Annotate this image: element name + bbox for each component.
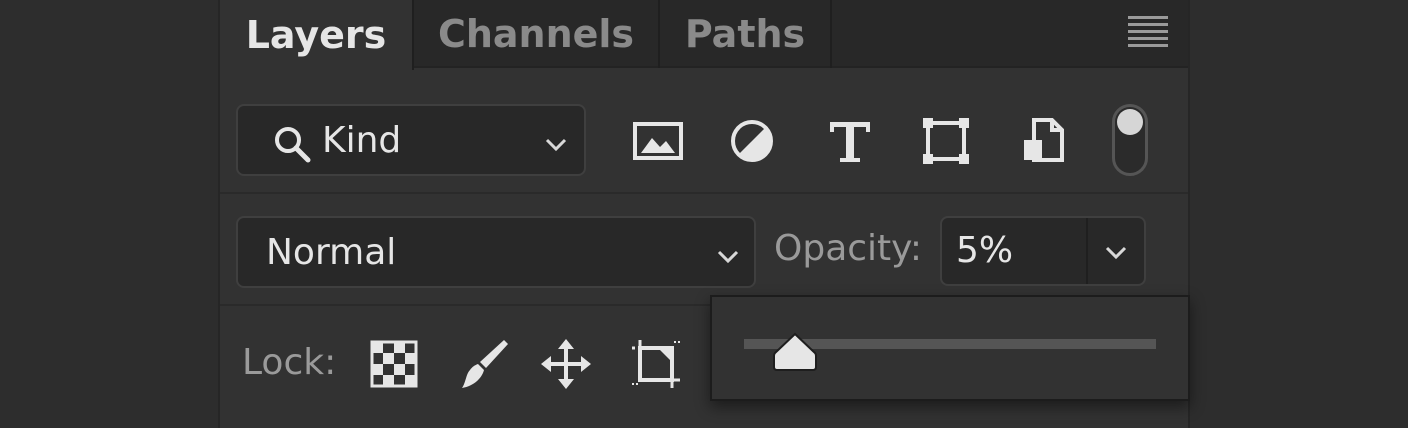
filter-kind-label: Kind	[322, 120, 402, 161]
tab-layers[interactable]: Layers	[220, 0, 414, 70]
filter-kind-select[interactable]: Kind	[236, 104, 586, 176]
chevron-down-icon	[717, 250, 739, 264]
lock-artboard-icon[interactable]	[630, 338, 682, 390]
chevron-down-icon	[545, 138, 567, 152]
blend-mode-select[interactable]: Normal	[236, 216, 756, 288]
opacity-value[interactable]: 5%	[956, 230, 1013, 271]
lock-label: Lock:	[242, 342, 337, 383]
opacity-label: Opacity:	[774, 228, 922, 269]
lock-image-pixels-icon[interactable]	[458, 338, 510, 390]
chevron-down-icon	[1105, 246, 1127, 260]
blend-mode-value: Normal	[266, 232, 397, 273]
hamburger-menu-icon[interactable]	[1128, 16, 1168, 48]
tab-channels[interactable]: Channels	[414, 0, 660, 68]
divider	[220, 192, 1188, 194]
opacity-slider-thumb[interactable]	[772, 331, 818, 373]
opacity-dropdown-button[interactable]	[1088, 218, 1144, 284]
shape-filter-icon[interactable]	[920, 116, 972, 166]
image-filter-icon[interactable]	[632, 116, 684, 166]
opacity-slider-popup	[710, 295, 1190, 401]
opacity-field[interactable]: 5%	[940, 216, 1146, 286]
search-icon	[275, 127, 311, 163]
filter-toggle-switch[interactable]	[1112, 104, 1148, 176]
toggle-knob	[1117, 109, 1143, 135]
adjustment-filter-icon[interactable]	[726, 116, 778, 166]
lock-transparent-pixels-icon[interactable]	[368, 338, 420, 390]
panel-tab-bar: Layers Channels Paths	[220, 0, 1188, 70]
lock-position-icon[interactable]	[540, 338, 592, 390]
tab-paths[interactable]: Paths	[660, 0, 832, 68]
type-filter-icon[interactable]	[824, 116, 876, 166]
smart-object-filter-icon[interactable]	[1018, 116, 1070, 166]
